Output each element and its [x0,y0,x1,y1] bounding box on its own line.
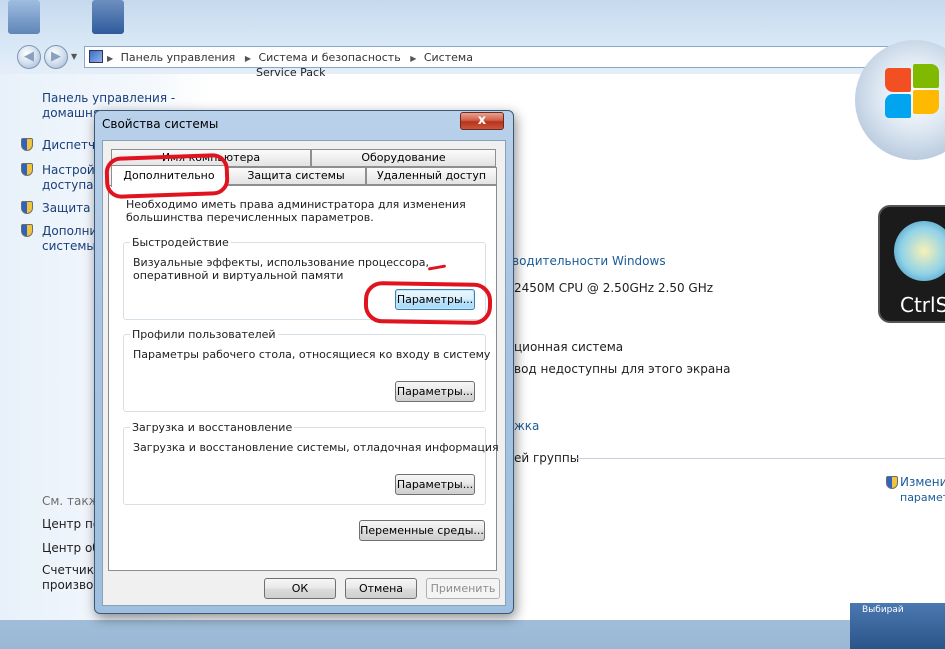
ctrls-logo: CtrlS [878,205,945,323]
shield-icon [21,138,33,151]
back-button[interactable]: ◀ [17,45,41,69]
ctrls-logo-text: CtrlS [900,293,945,317]
workgroup-heading: ей группы [514,451,580,465]
annotation-circle [104,152,230,200]
ok-button[interactable]: ОК [264,578,336,599]
forward-button[interactable]: ▶ [44,45,68,69]
pen-input-value: вод недоступны для этого экрана [514,362,731,376]
shield-icon [21,224,33,237]
environment-variables-button[interactable]: Переменные среды... [359,520,485,541]
performance-description: Визуальные эффекты, использование процес… [133,256,430,282]
cancel-button[interactable]: Отмена [345,578,417,599]
breadcrumb-arrow-icon: ▶ [410,54,417,63]
address-bar[interactable]: ▶ Панель управления ▶ Система и безопасн… [84,46,892,68]
task-link-system-protection[interactable]: Защита с [42,201,101,215]
shield-icon [21,201,33,214]
history-dropdown-icon[interactable]: ▼ [71,52,77,61]
startup-recovery-description: Загрузка и восстановление системы, отлад… [133,441,499,454]
see-also-link[interactable]: Центр об [42,541,100,555]
tab-hardware[interactable]: Оборудование [311,149,496,167]
breadcrumb-segment[interactable]: Система [424,51,473,64]
task-link-device-manager[interactable]: Диспетч [42,138,95,152]
user-profiles-settings-button[interactable]: Параметры... [395,381,475,402]
user-profiles-description: Параметры рабочего стола, относящиеся ко… [133,348,491,361]
see-also-link[interactable]: Счетчик [42,563,94,577]
change-settings-link[interactable]: парамет [900,491,945,504]
see-also-link[interactable]: производ [42,578,102,592]
annotation-circle [363,280,493,326]
task-link-advanced-settings[interactable]: системы [42,239,96,253]
desktop-icon[interactable] [8,0,40,34]
breadcrumb-segment[interactable]: Система и безопасность [258,51,400,64]
performance-group-title: Быстродействие [130,236,231,249]
performance-link[interactable]: водительности Windows [512,254,666,268]
startup-recovery-settings-button[interactable]: Параметры... [395,474,475,495]
task-link-remote-access[interactable]: доступа [42,178,94,192]
cpu-value: 2450M CPU @ 2.50GHz 2.50 GHz [514,281,714,295]
control-panel-icon [89,50,103,63]
change-settings-link[interactable]: Измени [900,475,945,489]
breadcrumb-segment[interactable]: Панель управления [121,51,236,64]
breadcrumb-arrow-icon: ▶ [244,54,251,63]
breadcrumb: ▶ Панель управления ▶ Система и безопасн… [107,51,473,64]
close-button[interactable]: x [460,112,504,130]
breadcrumb-arrow-icon: ▶ [107,54,114,63]
taskbar-button-label: Выбирай [862,605,904,615]
taskbar-button[interactable]: Выбирай [850,603,945,649]
service-pack-text: Service Pack [256,66,326,79]
system-type-value: ционная система [514,340,624,354]
admin-note: Необходимо иметь права администратора дл… [126,198,466,224]
see-also-link[interactable]: Центр по [42,517,100,531]
user-profiles-group-title: Профили пользователей [130,328,278,341]
shield-icon [886,476,898,489]
startup-recovery-group-title: Загрузка и восстановление [130,421,295,434]
tab-remote[interactable]: Удаленный доступ [366,167,497,185]
tab-system-protection[interactable]: Защита системы [226,167,366,185]
section-divider [576,458,945,459]
shield-icon [21,163,33,176]
floppy-icon[interactable] [92,0,124,34]
dialog-title: Свойства системы [102,117,219,131]
task-link-remote-access[interactable]: Настройк [42,163,102,177]
support-link[interactable]: жка [514,419,539,433]
apply-button[interactable]: Применить [426,578,500,599]
control-panel-home-link[interactable]: Панель управления - [42,91,175,105]
